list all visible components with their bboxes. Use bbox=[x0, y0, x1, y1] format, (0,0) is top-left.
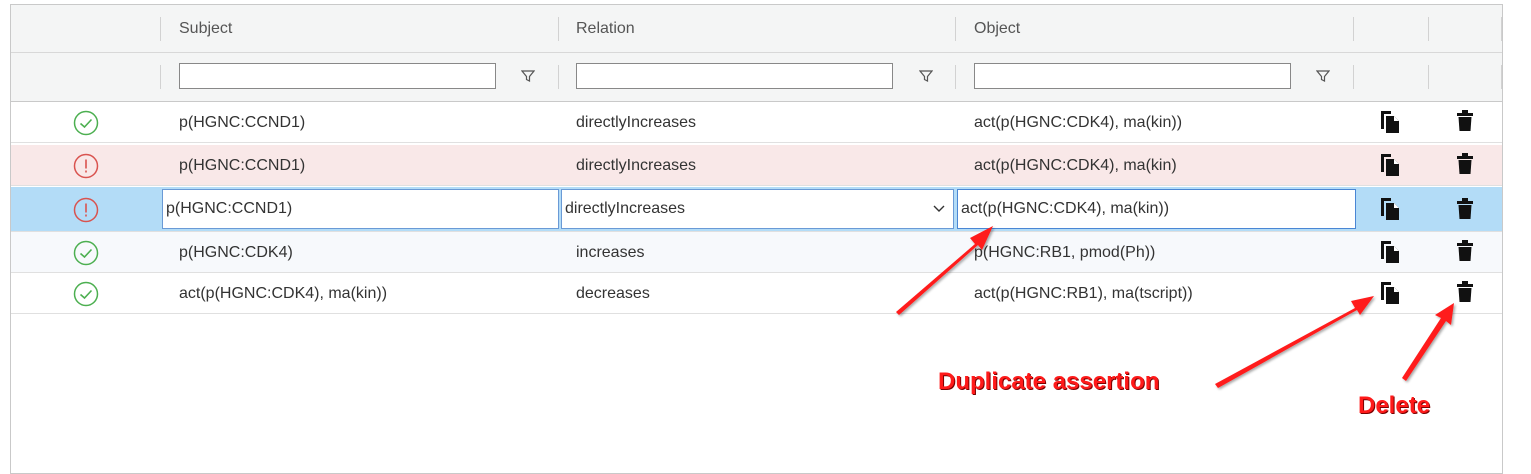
column-divider bbox=[1501, 17, 1502, 41]
duplicate-annotation-label: Duplicate assertion bbox=[938, 368, 1160, 395]
check-circle-icon bbox=[73, 110, 99, 136]
chevron-down-icon bbox=[933, 205, 945, 212]
object-edit-input[interactable]: act(p(HGNC:CDK4), ma(kin)) bbox=[957, 189, 1356, 229]
subject-edit-input[interactable]: p(HGNC:CCND1) bbox=[162, 189, 559, 229]
exclamation-circle-icon bbox=[73, 153, 99, 179]
column-header-relation[interactable]: Relation bbox=[576, 20, 635, 38]
copy-icon[interactable] bbox=[1379, 153, 1401, 177]
relation-select[interactable]: directlyIncreases bbox=[561, 189, 954, 229]
copy-icon[interactable] bbox=[1379, 110, 1401, 134]
object-cell: p(HGNC:RB1, pmod(Ph)) bbox=[974, 244, 1156, 261]
exclamation-circle-icon bbox=[73, 197, 99, 223]
trash-icon[interactable] bbox=[1456, 153, 1474, 175]
column-divider bbox=[160, 17, 161, 41]
funnel-icon[interactable] bbox=[919, 69, 933, 83]
column-divider bbox=[1428, 65, 1429, 89]
subject-cell: p(HGNC:CCND1) bbox=[179, 114, 306, 131]
column-divider bbox=[955, 65, 956, 89]
copy-icon[interactable] bbox=[1379, 240, 1401, 264]
column-header-object[interactable]: Object bbox=[974, 20, 1020, 38]
column-divider bbox=[955, 17, 956, 41]
object-cell: act(p(HGNC:RB1), ma(tscript)) bbox=[974, 285, 1193, 302]
column-divider bbox=[558, 17, 559, 41]
object-cell: act(p(HGNC:CDK4), ma(kin) bbox=[974, 157, 1177, 174]
relation-cell: decreases bbox=[576, 285, 650, 302]
trash-icon[interactable] bbox=[1456, 110, 1474, 132]
table-row[interactable]: p(HGNC:CDK4) increases p(HGNC:RB1, pmod(… bbox=[11, 232, 1502, 273]
funnel-icon[interactable] bbox=[521, 69, 535, 83]
column-divider bbox=[1501, 65, 1502, 89]
object-cell: act(p(HGNC:CDK4), ma(kin)) bbox=[974, 114, 1183, 131]
subject-cell: act(p(HGNC:CDK4), ma(kin)) bbox=[179, 285, 388, 302]
funnel-icon[interactable] bbox=[1316, 69, 1330, 83]
relation-select-value: directlyIncreases bbox=[565, 200, 686, 217]
header-row: Subject Relation Object bbox=[11, 5, 1502, 53]
column-divider bbox=[1428, 17, 1429, 41]
copy-icon[interactable] bbox=[1379, 281, 1401, 305]
filter-row bbox=[11, 53, 1502, 102]
table-row[interactable]: act(p(HGNC:CDK4), ma(kin)) decreases act… bbox=[11, 273, 1502, 314]
column-divider bbox=[160, 65, 161, 89]
check-circle-icon bbox=[73, 240, 99, 266]
trash-icon[interactable] bbox=[1456, 198, 1474, 220]
copy-icon[interactable] bbox=[1379, 197, 1401, 221]
object-filter-input[interactable] bbox=[974, 63, 1291, 89]
column-header-subject[interactable]: Subject bbox=[179, 20, 232, 38]
subject-cell: p(HGNC:CDK4) bbox=[179, 244, 293, 261]
column-divider bbox=[558, 65, 559, 89]
relation-filter-input[interactable] bbox=[576, 63, 893, 89]
relation-cell: increases bbox=[576, 244, 645, 261]
relation-cell: directlyIncreases bbox=[576, 157, 697, 174]
delete-annotation-label: Delete bbox=[1358, 392, 1431, 419]
trash-icon[interactable] bbox=[1456, 281, 1474, 303]
column-divider bbox=[1353, 65, 1354, 89]
table-row-editing[interactable]: p(HGNC:CCND1) directlyIncreases act(p(HG… bbox=[11, 187, 1502, 232]
table-row[interactable]: p(HGNC:CCND1) directlyIncreases act(p(HG… bbox=[11, 102, 1502, 143]
relation-cell: directlyIncreases bbox=[576, 114, 697, 131]
check-circle-icon bbox=[73, 281, 99, 307]
column-divider bbox=[1353, 17, 1354, 41]
assertion-grid: Subject Relation Object p(HGNC:CCND1) di… bbox=[10, 4, 1503, 474]
subject-filter-input[interactable] bbox=[179, 63, 496, 89]
subject-cell: p(HGNC:CCND1) bbox=[179, 157, 306, 174]
trash-icon[interactable] bbox=[1456, 240, 1474, 262]
table-row[interactable]: p(HGNC:CCND1) directlyIncreases act(p(HG… bbox=[11, 145, 1502, 186]
